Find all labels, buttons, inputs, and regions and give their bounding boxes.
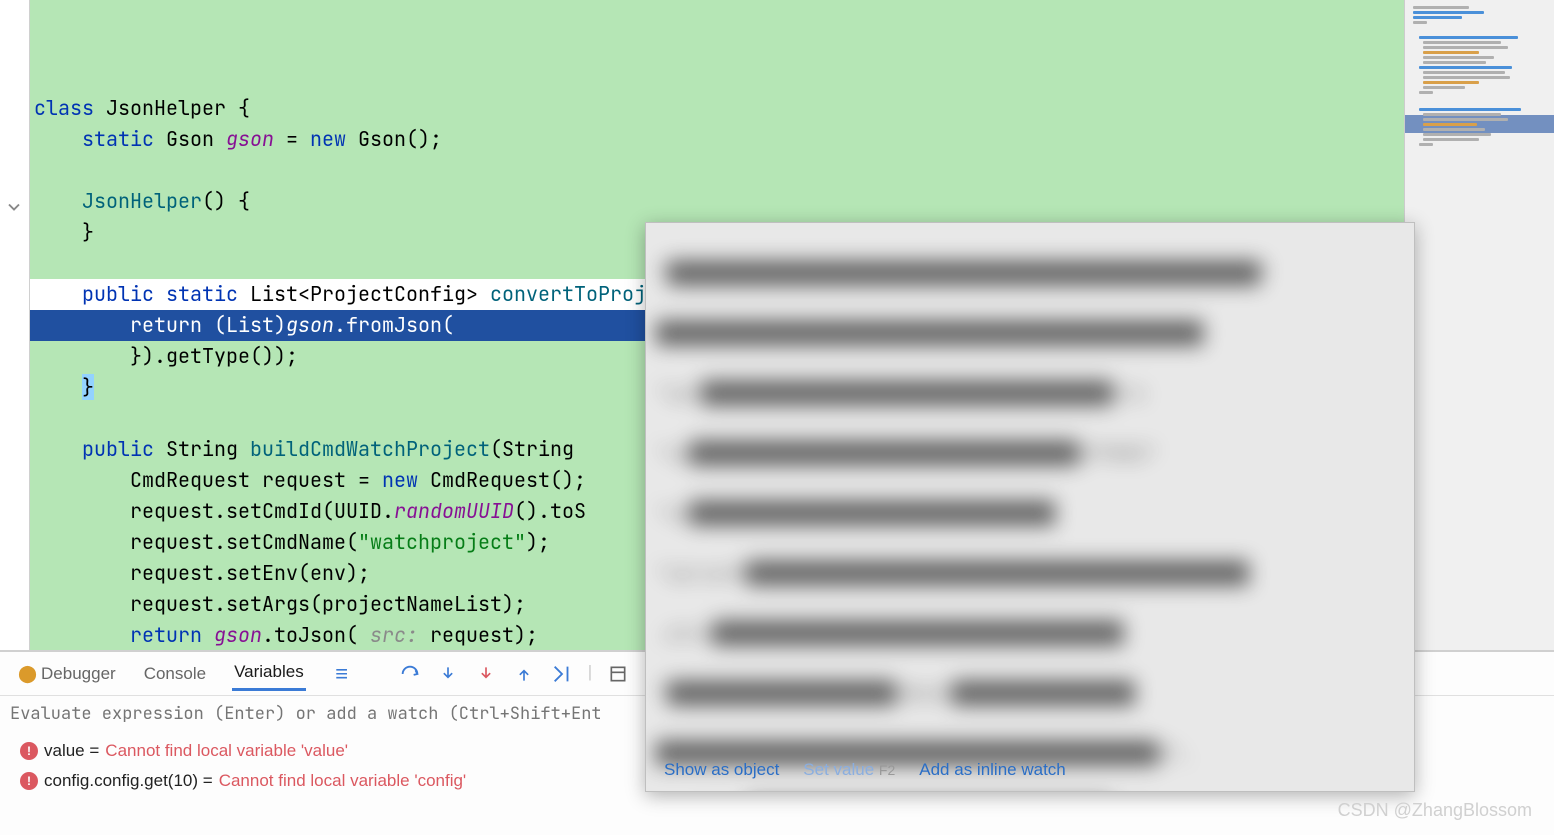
tab-variables[interactable]: Variables	[232, 656, 306, 691]
code-line[interactable]: JsonHelper() {	[30, 186, 1404, 217]
set-value-link[interactable]: Set value	[803, 760, 874, 779]
variable-error-msg: Cannot find local variable 'config'	[219, 771, 466, 791]
tab-debugger[interactable]: ⬤ Debugger	[16, 658, 118, 690]
debugger-bug-icon: ⬤	[18, 664, 37, 684]
code-line[interactable]: class JsonHelper {	[30, 93, 1404, 124]
step-out-icon[interactable]	[512, 662, 536, 686]
error-icon: !	[20, 772, 38, 790]
tab-console-label: Console	[144, 664, 206, 684]
watermark-text: CSDN @ZhangBlossom	[1338, 800, 1532, 821]
popup-blurred-content: "███████████████████████████████████████…	[656, 229, 1404, 792]
variable-name: value =	[44, 741, 99, 761]
add-inline-watch-link[interactable]: Add as inline watch	[919, 755, 1065, 785]
thread-list-icon[interactable]: ≡	[330, 662, 354, 686]
step-over-icon[interactable]	[398, 662, 422, 686]
value-tooltip-popup[interactable]: "███████████████████████████████████████…	[645, 222, 1415, 792]
popup-actions: Show as object Set value F2 Add as inlin…	[664, 755, 1066, 785]
force-step-into-icon[interactable]	[474, 662, 498, 686]
show-as-object-link[interactable]: Show as object	[664, 755, 779, 785]
set-value-shortcut: F2	[879, 762, 895, 778]
tab-console[interactable]: Console	[142, 658, 208, 690]
minimap[interactable]	[1404, 0, 1554, 650]
tab-debugger-label: Debugger	[41, 664, 116, 684]
editor-gutter	[0, 0, 30, 650]
tab-variables-label: Variables	[234, 662, 304, 682]
error-icon: !	[20, 742, 38, 760]
step-into-icon[interactable]	[436, 662, 460, 686]
collapse-icon	[4, 197, 24, 217]
evaluate-expression-input[interactable]	[0, 696, 610, 732]
variable-error-msg: Cannot find local variable 'value'	[105, 741, 348, 761]
code-line[interactable]: static Gson gson = new Gson();	[30, 124, 1404, 155]
calculator-icon[interactable]	[606, 662, 630, 686]
variable-name: config.config.get(10) =	[44, 771, 213, 791]
code-line[interactable]	[30, 155, 1404, 186]
run-to-cursor-icon[interactable]	[550, 662, 574, 686]
minimap-blocks	[1405, 0, 1554, 152]
